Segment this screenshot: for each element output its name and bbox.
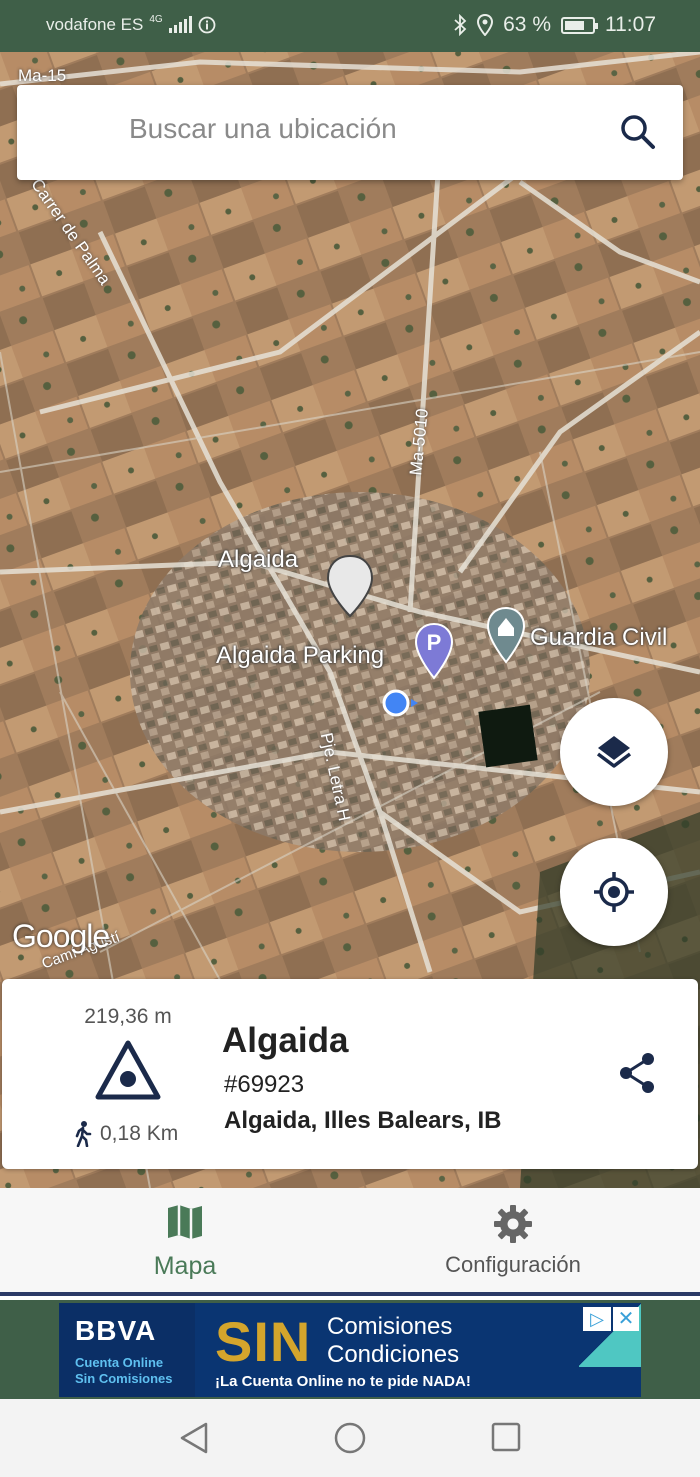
status-bar: vodafone ES 4G 63 % 11:07 xyxy=(0,0,700,52)
place-region: Algaida, Illes Balears, IB xyxy=(224,1107,502,1134)
my-location-button[interactable] xyxy=(560,838,668,946)
ad-headline: SIN xyxy=(215,1310,312,1373)
ad-brand: BBVA xyxy=(75,1315,157,1346)
nav-tab-settings[interactable]: Configuración xyxy=(338,1188,688,1292)
nav-tab-map[interactable]: Mapa xyxy=(10,1188,360,1292)
gear-icon xyxy=(494,1205,532,1243)
layers-button[interactable] xyxy=(560,698,668,806)
map-icon xyxy=(168,1205,202,1239)
summit-triangle-icon xyxy=(95,1040,161,1100)
google-logo: Google xyxy=(12,918,110,954)
map-label-police[interactable]: Guardia Civil xyxy=(530,624,667,652)
map-label-parking[interactable]: Algaida Parking xyxy=(216,642,384,670)
bluetooth-icon xyxy=(454,14,467,36)
search-bar[interactable] xyxy=(17,85,683,180)
location-icon xyxy=(477,14,494,36)
ad-choices-icon[interactable]: ▷ xyxy=(583,1307,611,1331)
ad-subtitle: Cuenta Online Sin Comisiones xyxy=(75,1355,173,1387)
home-icon[interactable] xyxy=(333,1421,367,1455)
elevation-value: 219,36 m xyxy=(84,1005,172,1028)
status-left: vodafone ES 4G xyxy=(46,13,216,35)
battery-percent: 63 % xyxy=(503,13,551,36)
place-name: Algaida xyxy=(222,1021,349,1060)
police-pin-icon[interactable] xyxy=(486,606,526,664)
search-input[interactable] xyxy=(129,113,569,145)
network-type: 4G xyxy=(149,13,163,25)
clock: 11:07 xyxy=(605,13,656,36)
distance-row: 0,18 Km xyxy=(74,1121,178,1147)
system-navigation-bar xyxy=(0,1399,700,1477)
signal-icon xyxy=(168,16,192,33)
search-icon[interactable] xyxy=(619,113,657,151)
nav-label-settings: Configuración xyxy=(445,1252,581,1277)
map-label-town[interactable]: Algaida xyxy=(218,546,298,574)
back-icon[interactable] xyxy=(178,1421,210,1455)
share-icon[interactable] xyxy=(617,1051,657,1095)
ad-sub-line1: Cuenta Online xyxy=(75,1355,164,1370)
place-info-card[interactable]: 219,36 m 0,18 Km Algaida #69923 Algaida,… xyxy=(2,979,698,1169)
info-icon xyxy=(198,16,216,34)
road-label-ma15: Ma-15 xyxy=(18,66,67,85)
recents-icon[interactable] xyxy=(490,1421,522,1453)
status-right: 63 % 11:07 xyxy=(453,13,656,37)
walking-icon xyxy=(75,1121,92,1147)
ad-sub-line2: Sin Comisiones xyxy=(75,1371,173,1386)
ad-banner[interactable]: BBVA Cuenta Online Sin Comisiones SIN Co… xyxy=(59,1303,641,1397)
nav-label-map: Mapa xyxy=(153,1252,217,1280)
battery-icon xyxy=(561,16,598,34)
ad-line2: Condiciones xyxy=(327,1341,460,1368)
svg-text:P: P xyxy=(427,630,442,655)
ad-tagline: ¡La Cuenta Online no te pide NADA! xyxy=(215,1373,471,1390)
ad-line1: Comisiones xyxy=(327,1313,453,1340)
bottom-navigation: Mapa Configuración xyxy=(0,1188,700,1296)
carrier-label: vodafone ES xyxy=(46,15,144,34)
current-location-dot xyxy=(382,689,418,717)
crosshair-icon xyxy=(594,872,634,912)
ad-brand-panel: BBVA Cuenta Online Sin Comisiones xyxy=(59,1303,195,1397)
parking-pin-icon[interactable]: P xyxy=(414,622,454,680)
place-id: #69923 xyxy=(224,1071,305,1098)
layers-icon xyxy=(596,736,632,768)
ad-close-icon[interactable]: ✕ xyxy=(613,1307,639,1331)
distance-value: 0,18 Km xyxy=(100,1122,179,1145)
place-marker-icon[interactable] xyxy=(326,554,374,618)
